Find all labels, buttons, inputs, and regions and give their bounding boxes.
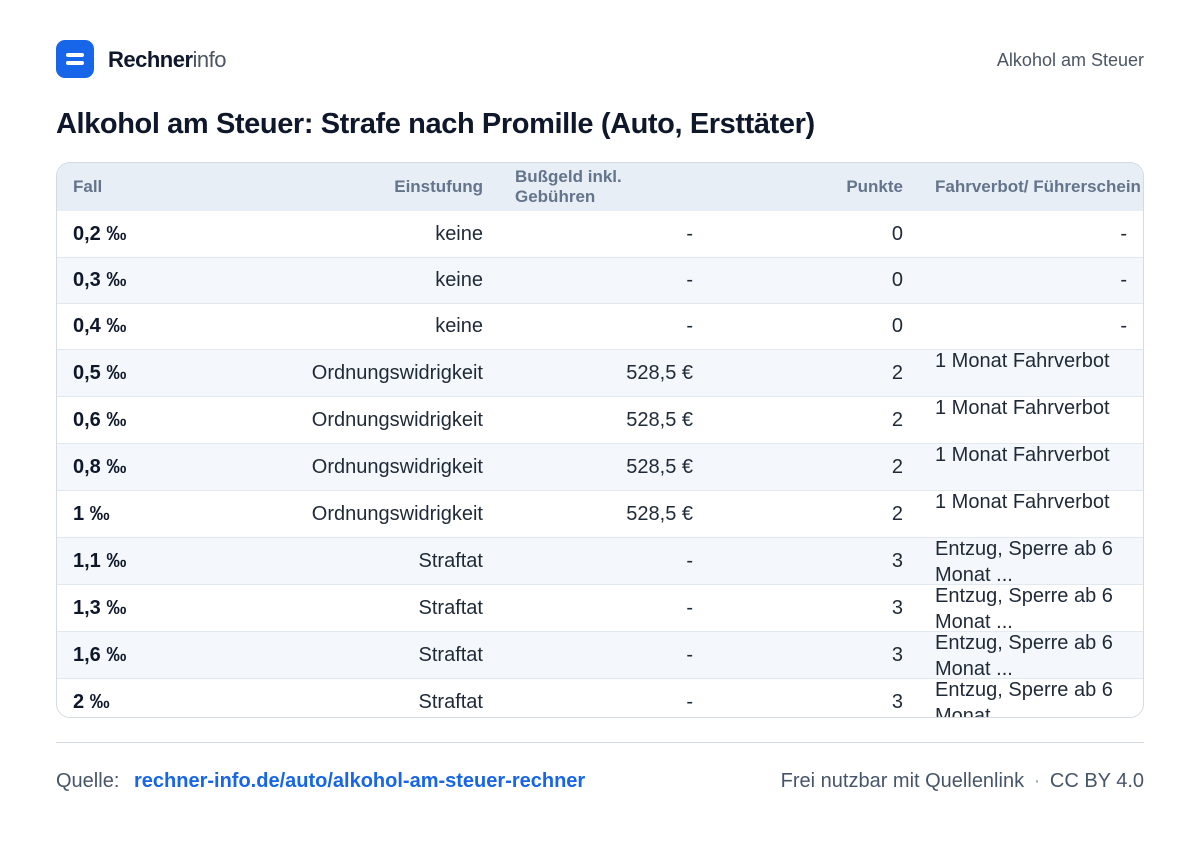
cell-einstufung: Ordnungswidrigkeit [229,443,499,491]
page-topic-label: Alkohol am Steuer [996,50,1144,70]
column-header-punkte: Punkte [846,177,903,196]
cell-fall: 0,3 ‰ [57,257,229,304]
cell-fahrverbot-text: Entzug, Sperre ab 6 Monat ... [935,631,1113,678]
cell-fahrverbot-text: Entzug, Sperre ab 6 Monat ... [935,537,1113,584]
cell-fahrverbot: - [919,211,1143,258]
cell-einstufung: Straftat [229,537,499,585]
cell-einstufung: Ordnungswidrigkeit [229,490,499,538]
cell-bussgeld: 528,5 € [499,443,709,491]
cell-fahrverbot-text: Entzug, Sperre ab 6 Monat ... [935,584,1113,631]
cell-einstufung: Ordnungswidrigkeit [229,349,499,397]
equals-logo-icon[interactable] [56,40,94,78]
cell-punkte: 0 [709,257,919,304]
table-row: 2 ‰ Straftat - 3 Entzug, Sperre ab 6 Monat .… [57,678,1143,718]
table-row: 0,4 ‰ keine -0- [57,303,1143,350]
cell-bussgeld: - [499,584,709,632]
cell-fall: 1,3 ‰ [57,584,229,632]
cell-punkte: 2 [709,349,919,397]
cell-einstufung: Straftat [229,631,499,679]
cell-einstufung: Ordnungswidrigkeit [229,396,499,444]
cell-punkte: 3 [709,584,919,632]
cell-fall: 1,1 ‰ [57,537,229,585]
cell-fall: 0,6 ‰ [57,396,229,444]
cell-fahrverbot-text: 1 Monat Fahrverbot [935,443,1110,466]
cell-fall: 1,6 ‰ [57,631,229,679]
cell-punkte: 2 [709,396,919,444]
cell-fahrverbot-text: 1 Monat Fahrverbot [935,490,1110,513]
footer-divider [56,742,1144,743]
cell-fahrverbot-text: 1 Monat Fahrverbot [935,349,1110,372]
cell-bussgeld: 528,5 € [499,490,709,538]
cell-punkte: 0 [709,303,919,350]
page-header: Rechnerinfo Alkohol am Steuer [56,40,1144,80]
penalty-table: Fall Einstufung Bußgeld inkl. Gebühren P… [56,162,1144,718]
cell-bussgeld: 528,5 € [499,349,709,397]
cell-bussgeld: - [499,211,709,258]
table-body: 0,2 ‰ keine -0-0,3 ‰ keine -0-0,4 ‰ keine -0-0… [57,211,1143,718]
cell-fall: 0,8 ‰ [57,443,229,491]
cell-einstufung: keine [229,211,499,258]
cell-fall: 2 ‰ [73,690,110,713]
cell-fall: 0,4 ‰ [57,303,229,350]
cell-bussgeld: - [499,257,709,304]
column-header-fall: Fall [73,177,103,196]
cell-punkte: 3 [891,690,903,713]
cell-bussgeld: 528,5 € [499,396,709,444]
license-text: Frei nutzbar mit Quellenlink [780,770,1025,792]
cell-fahrverbot: 1 Monat Fahrverbot [919,349,1143,397]
table-row: 0,2 ‰ keine -0- [57,211,1143,258]
source-link[interactable]: rechner-info.de/auto/alkohol-am-steuer-r… [134,768,585,794]
source-label: Quelle: [56,770,120,792]
cell-fahrverbot: Entzug, Sperre ab 6 Monat ... [919,631,1143,679]
brand-logo-text[interactable]: Rechnerinfo [108,47,227,73]
cell-punkte: 2 [709,443,919,491]
cell-bussgeld: - [499,537,709,585]
cell-fahrverbot: 1 Monat Fahrverbot [919,396,1143,444]
table-row: 0,5 ‰ Ordnungswidrigkeit 528,5 €2 1 Monat F… [57,349,1143,397]
table-row: 1,6 ‰ Straftat -3 Entzug, Sperre ab 6 Monat… [57,631,1143,679]
table-row: 0,6 ‰ Ordnungswidrigkeit 528,5 €2 1 Monat F… [57,396,1143,444]
cell-fahrverbot: 1 Monat Fahrverbot [919,490,1143,538]
page-title: Alkohol am Steuer: Strafe nach Promille … [56,108,815,140]
license-info: Frei nutzbar mit Quellenlink · CC BY 4.0 [781,768,1144,794]
page-footer: Quelle: rechner-info.de/auto/alkohol-am-… [56,768,1144,794]
table-row: 0,3 ‰ keine -0- [57,257,1143,304]
cell-einstufung: Straftat [418,690,483,713]
table-row: 1,1 ‰ Straftat -3 Entzug, Sperre ab 6 Monat… [57,537,1143,585]
cell-einstufung: Straftat [229,584,499,632]
cell-fahrverbot: Entzug, Sperre ab 6 Monat ... [919,537,1143,585]
brand-name-strong: Rechner [108,47,193,72]
cell-fahrverbot: Entzug, Sperre ab 6 Monat ... [919,584,1143,632]
cell-fahrverbot-text: 1 Monat Fahrverbot [935,396,1110,419]
cell-fall: 0,5 ‰ [57,349,229,397]
table-row: 0,8 ‰ Ordnungswidrigkeit 528,5 €2 1 Monat F… [57,443,1143,491]
cell-punkte: 3 [709,631,919,679]
table-row: 1,3 ‰ Straftat -3 Entzug, Sperre ab 6 Monat… [57,584,1143,632]
cell-punkte: 0 [709,211,919,258]
column-header-bussgeld: Bußgeld inkl. Gebühren [515,167,622,206]
cell-fahrverbot: 1 Monat Fahrverbot [919,443,1143,491]
brand-name-light: info [192,47,227,72]
cell-fall: 0,2 ‰ [57,211,229,258]
cell-bussgeld: - [499,631,709,679]
cell-punkte: 2 [709,490,919,538]
cell-fall: 1 ‰ [57,490,229,538]
license-separator: · [1033,770,1041,792]
cell-bussgeld: - [499,303,709,350]
cell-fahrverbot: Entzug, Sperre ab 6 Monat ... [919,678,1143,718]
license-name: CC BY 4.0 [1049,770,1144,792]
cell-einstufung: keine [229,257,499,304]
column-header-fahrverbot: Fahrverbot/ Führerschein [935,177,1141,196]
cell-fahrverbot: - [919,257,1143,304]
table-header-row: Fall Einstufung Bußgeld inkl. Gebühren P… [57,163,1143,211]
cell-einstufung: keine [229,303,499,350]
column-header-einstufung: Einstufung [394,177,483,196]
cell-fahrverbot-text: Entzug, Sperre ab 6 Monat ... [935,678,1113,718]
cell-bussgeld: - [686,690,693,713]
cell-fahrverbot: - [919,303,1143,350]
cell-punkte: 3 [709,537,919,585]
table-row: 1 ‰ Ordnungswidrigkeit 528,5 €2 1 Monat Fah… [57,490,1143,538]
